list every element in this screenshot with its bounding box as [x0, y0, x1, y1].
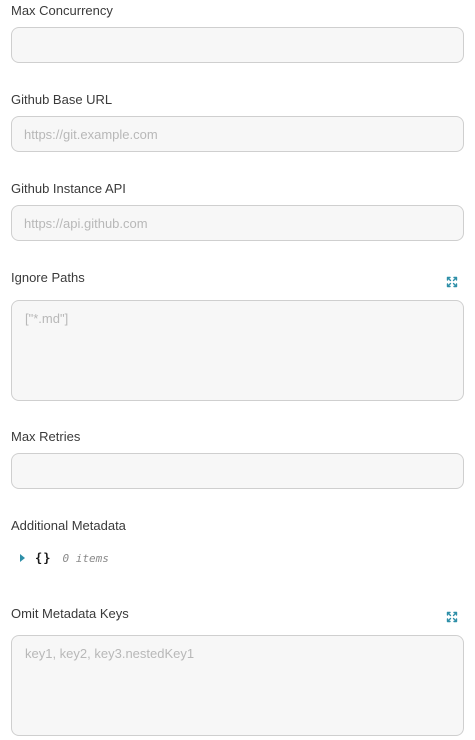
- github-base-url-input[interactable]: [11, 116, 464, 152]
- object-braces: {}: [35, 551, 52, 565]
- omit-metadata-keys-textarea[interactable]: [11, 635, 464, 736]
- ignore-paths-label: Ignore Paths: [11, 270, 85, 285]
- max-concurrency-input[interactable]: [11, 27, 464, 63]
- github-base-url-label: Github Base URL: [11, 92, 113, 107]
- max-retries-label: Max Retries: [11, 429, 81, 444]
- omit-metadata-keys-label: Omit Metadata Keys: [11, 606, 129, 621]
- expand-icon[interactable]: [446, 611, 458, 623]
- expand-icon[interactable]: [446, 276, 458, 288]
- ignore-paths-textarea[interactable]: [11, 300, 464, 401]
- github-instance-api-input[interactable]: [11, 205, 464, 241]
- max-concurrency-label: Max Concurrency: [11, 3, 113, 18]
- item-count: 0 items: [62, 551, 109, 565]
- github-instance-api-label: Github Instance API: [11, 181, 126, 196]
- additional-metadata-tree[interactable]: {} 0 items: [20, 550, 109, 566]
- caret-right-icon[interactable]: [20, 554, 25, 562]
- additional-metadata-label: Additional Metadata: [11, 518, 126, 533]
- max-retries-input[interactable]: [11, 453, 464, 489]
